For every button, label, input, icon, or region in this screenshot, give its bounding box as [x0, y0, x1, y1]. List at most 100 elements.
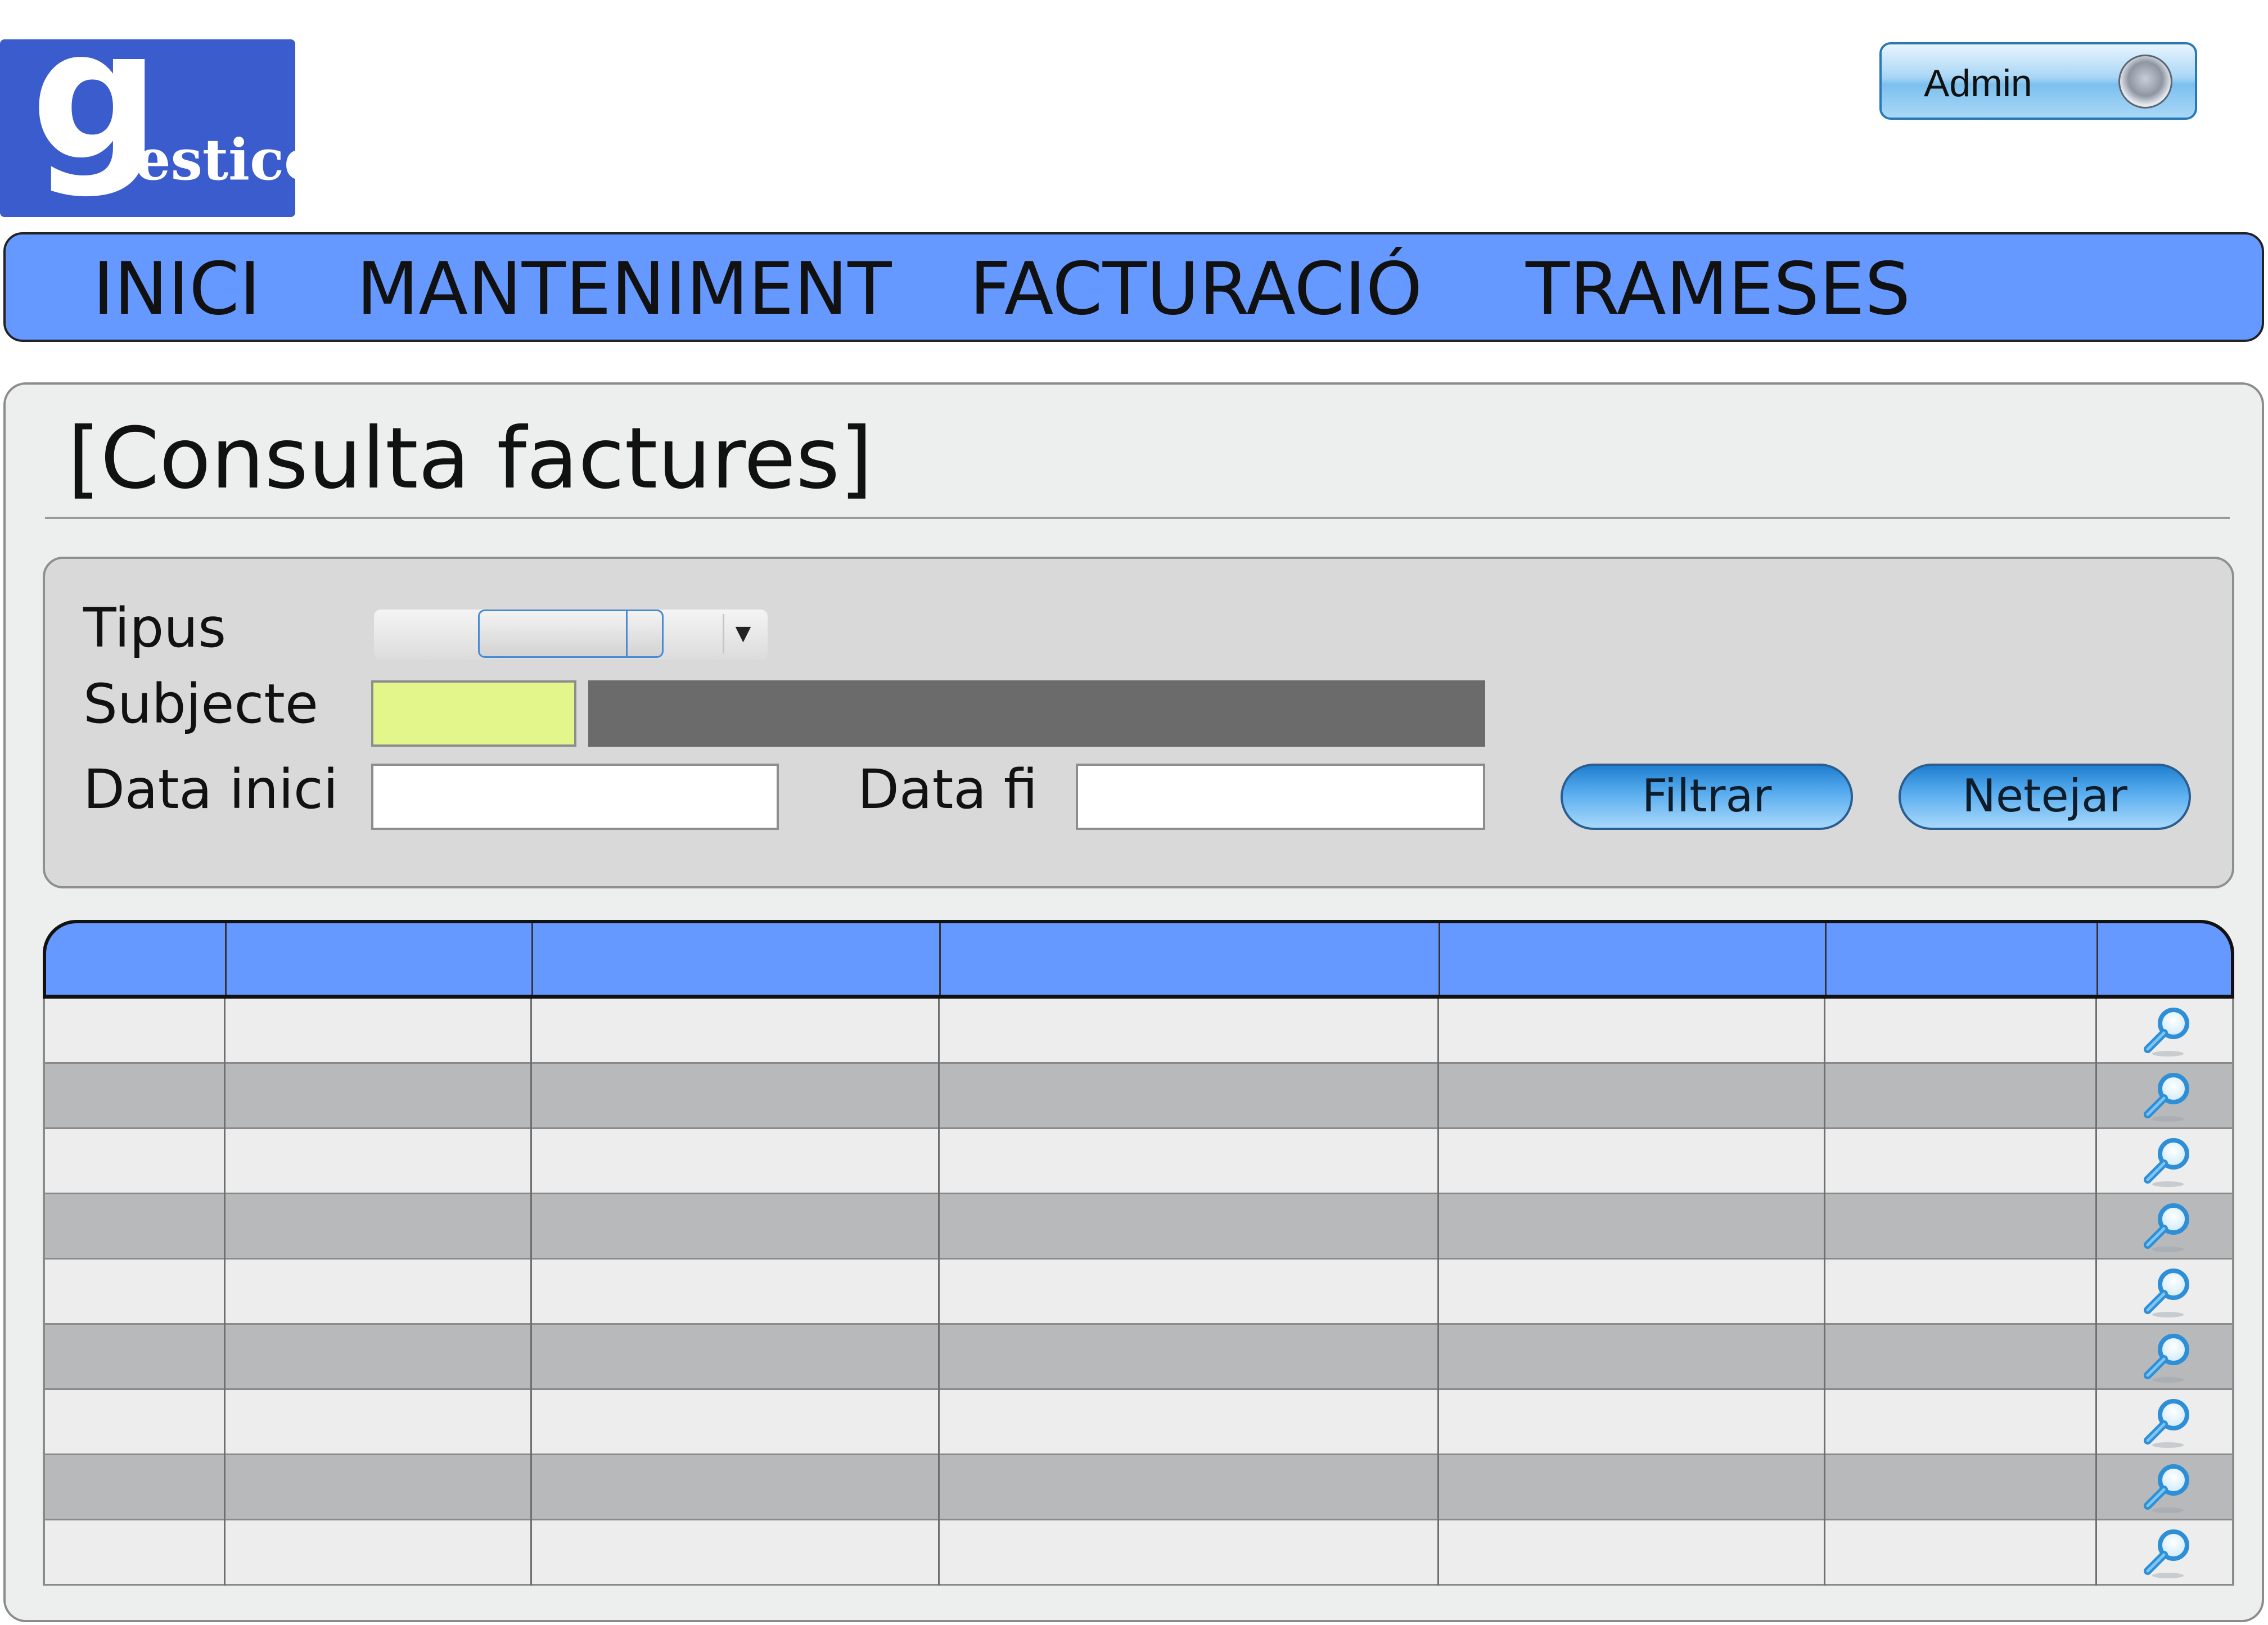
subjecte-code-field[interactable] — [371, 680, 576, 747]
table-cell — [1825, 1064, 2096, 1127]
magnifier-icon[interactable] — [2140, 1068, 2196, 1125]
magnifier-icon[interactable] — [2140, 1460, 2196, 1516]
nav-item-inici[interactable]: INICI — [93, 250, 260, 329]
table-cell — [939, 1325, 1439, 1388]
table-cell — [939, 1455, 1439, 1519]
table-cell — [939, 1064, 1439, 1127]
column-divider — [1824, 999, 1825, 1586]
table-cell — [45, 999, 225, 1062]
table-cell — [1439, 1520, 1825, 1584]
subjecte-label: Subjecte — [83, 672, 318, 735]
table-cell — [531, 1194, 939, 1258]
app-logo[interactable]: g esticc — [0, 6, 318, 217]
data-fi-field[interactable] — [1076, 764, 1485, 830]
table-cell — [225, 1194, 531, 1258]
table-cell — [1439, 1129, 1825, 1193]
column-divider — [938, 999, 940, 1586]
table-cell — [1825, 1390, 2096, 1454]
table-cell — [1825, 1260, 2096, 1323]
magnifier-icon[interactable] — [2140, 1003, 2196, 1059]
magnifier-icon[interactable] — [2140, 1329, 2196, 1385]
table-header-cell[interactable] — [533, 923, 940, 995]
table-cell — [45, 1194, 225, 1258]
header-divider — [225, 923, 227, 995]
table-cell — [531, 999, 939, 1062]
magnifier-icon[interactable] — [2140, 1134, 2196, 1190]
magnifier-icon[interactable] — [2140, 1264, 2196, 1320]
column-divider — [1437, 999, 1439, 1586]
nav-item-facturacio[interactable]: FACTURACIÓ — [970, 250, 1422, 329]
table-cell — [531, 1129, 939, 1193]
table-cell — [939, 1194, 1439, 1258]
table-cell — [939, 1390, 1439, 1454]
table-cell — [45, 1129, 225, 1193]
table-cell — [939, 999, 1439, 1062]
table-cell — [225, 1064, 531, 1127]
nav-item-trameses[interactable]: TRAMESES — [1526, 250, 1910, 329]
header-divider — [1439, 923, 1440, 995]
table-cell — [1439, 1194, 1825, 1258]
nav-item-manteniment[interactable]: MANTENIMENT — [357, 250, 892, 329]
header-divider — [531, 923, 533, 995]
table-cell — [1439, 1390, 1825, 1454]
table-header-cell[interactable] — [1826, 923, 2098, 995]
table-row[interactable] — [45, 1390, 2232, 1455]
table-cell — [939, 1520, 1439, 1584]
column-divider — [530, 999, 532, 1586]
table-cell — [531, 1260, 939, 1323]
user-menu-label: Admin — [1924, 62, 2032, 105]
table-header-cell[interactable] — [940, 923, 1440, 995]
tipus-label: Tipus — [83, 597, 227, 660]
filter-button[interactable]: Filtrar — [1561, 764, 1853, 830]
table-row[interactable] — [45, 1455, 2232, 1520]
table-cell — [225, 1129, 531, 1193]
toggle-knob-icon — [2118, 55, 2172, 109]
table-cell — [1439, 1064, 1825, 1127]
table-row[interactable] — [45, 1194, 2232, 1260]
table-header — [43, 920, 2234, 999]
table-cell — [1439, 999, 1825, 1062]
magnifier-icon[interactable] — [2140, 1394, 2196, 1451]
header-divider — [2096, 923, 2098, 995]
filter-panel: Tipus ▼ Subjecte Data inici Data fi Filt… — [43, 557, 2234, 888]
table-cell — [1439, 1455, 1825, 1519]
magnifier-icon[interactable] — [2140, 1525, 2196, 1581]
table-cell — [225, 1520, 531, 1584]
tipus-select[interactable]: ▼ — [374, 610, 768, 660]
table-cell — [531, 1325, 939, 1388]
table-cell — [45, 1455, 225, 1519]
table-header-cell — [2098, 923, 2231, 995]
column-divider — [2095, 999, 2097, 1586]
table-cell — [531, 1455, 939, 1519]
table-row[interactable] — [45, 1520, 2232, 1586]
data-inici-field[interactable] — [371, 764, 779, 830]
table-cell — [45, 1064, 225, 1127]
table-cell — [1825, 1455, 2096, 1519]
table-cell — [45, 1325, 225, 1388]
chevron-down-icon[interactable]: ▼ — [723, 614, 762, 653]
user-menu-button[interactable]: Admin — [1879, 42, 2197, 120]
table-row[interactable] — [45, 999, 2232, 1064]
table-cell — [225, 1390, 531, 1454]
table-header-cell[interactable] — [226, 923, 533, 995]
table-row[interactable] — [45, 1129, 2232, 1194]
invoices-table — [43, 920, 2234, 1589]
subjecte-name-field — [588, 680, 1485, 747]
table-cell — [225, 1325, 531, 1388]
magnifier-icon[interactable] — [2140, 1199, 2196, 1255]
table-header-cell[interactable] — [1440, 923, 1826, 995]
table-cell — [531, 1520, 939, 1584]
page-title: [Consulta factures] — [67, 410, 873, 508]
table-row[interactable] — [45, 1260, 2232, 1325]
header-divider — [939, 923, 941, 995]
table-row[interactable] — [45, 1064, 2232, 1129]
table-row[interactable] — [45, 1325, 2232, 1390]
table-cell — [1825, 1520, 2096, 1584]
column-divider — [224, 999, 226, 1586]
data-fi-label: Data fi — [858, 758, 1038, 821]
table-header-cell[interactable] — [46, 923, 226, 995]
data-inici-label: Data inici — [83, 758, 339, 821]
main-panel: [Consulta factures] Tipus ▼ Subjecte Dat… — [3, 382, 2264, 1622]
tipus-select-value — [478, 610, 664, 658]
clear-button[interactable]: Netejar — [1899, 764, 2191, 830]
